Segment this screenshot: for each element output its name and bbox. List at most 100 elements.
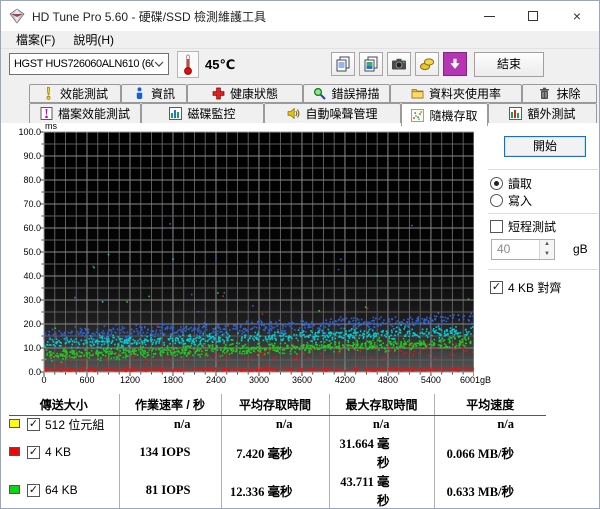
ops-value: 81 IOPS <box>118 471 222 508</box>
y-tick-label: 90.0 <box>23 151 41 161</box>
maximize-button[interactable] <box>511 1 555 31</box>
test-size-stepper[interactable]: 40 ▲ ▼ <box>491 239 555 260</box>
y-tick-label: 70.0 <box>23 199 41 209</box>
header-avg-access: 平均存取時間 <box>220 394 330 416</box>
x-tick-label: 4200 <box>334 375 355 385</box>
info-icon <box>136 87 143 100</box>
y-tick-label: 60.0 <box>23 223 41 233</box>
test-size-value: 40 <box>497 242 511 256</box>
screenshot-button[interactable] <box>387 52 411 76</box>
panel-separator <box>488 269 598 270</box>
copy-image-icon <box>364 56 378 72</box>
tab-health[interactable]: 健康狀態 <box>187 84 303 103</box>
copy-image-button[interactable] <box>359 52 383 76</box>
series-checkbox[interactable]: ✓ <box>27 445 40 459</box>
menu-help[interactable]: 說明(H) <box>64 31 123 49</box>
tab-info[interactable]: 資訊 <box>121 84 187 103</box>
tab-label: 健康狀態 <box>229 87 278 101</box>
tab-acoustic-management[interactable]: 自動噪聲管理 <box>264 103 401 124</box>
max-access-value: 31.664 毫秒 <box>328 433 435 471</box>
series-checkbox[interactable]: ✓ <box>27 483 40 497</box>
tab-label: 抹除 <box>556 87 581 101</box>
read-radio-row[interactable]: 讀取 <box>490 175 532 192</box>
drive-select[interactable]: HGST HUS726060ALN610 (6001 gB) <box>9 53 169 75</box>
disk-monitor-icon <box>169 107 183 120</box>
align-label: 4 KB 對齊 <box>508 281 562 295</box>
x-tick-label: 2400 <box>205 375 226 385</box>
tab-benchmark[interactable]: 效能測試 <box>29 84 121 103</box>
read-radio[interactable] <box>490 177 503 190</box>
temperature-button[interactable] <box>177 51 199 78</box>
menu-bar: 檔案(F) 說明(H) <box>1 31 599 49</box>
y-tick-label: 80.0 <box>23 175 41 185</box>
max-access-value: n/a <box>328 415 435 433</box>
ops-value: n/a <box>118 415 222 433</box>
align-checkbox[interactable]: ✓ <box>490 281 503 294</box>
title-bar: HD Tune Pro 5.60 - 硬碟/SSD 檢測維護工具 × <box>1 1 599 31</box>
menu-file[interactable]: 檔案(F) <box>7 31 64 49</box>
app-icon <box>9 8 25 24</box>
stepper-arrows[interactable]: ▲ ▼ <box>539 240 554 259</box>
panel-separator <box>488 213 598 214</box>
trash-icon <box>540 87 550 99</box>
align-row[interactable]: ✓ 4 KB 對齊 <box>490 279 561 296</box>
window-title: HD Tune Pro 5.60 - 硬碟/SSD 檢測維護工具 <box>32 9 267 24</box>
write-radio-row[interactable]: 寫入 <box>490 192 532 209</box>
tab-label: 資料夾使用率 <box>428 87 501 101</box>
max-access-value: 43.711 毫秒 <box>328 471 435 508</box>
tabs-row-2: 檔案效能測試 磁碟監控 自動噪聲管理 隨機存取 額外測試 <box>29 103 599 126</box>
folder-icon <box>411 89 424 99</box>
short-test-row[interactable]: 短程測試 <box>490 218 556 235</box>
copy-text-button[interactable] <box>331 52 355 76</box>
tab-folder-usage[interactable]: 資料夾使用率 <box>390 84 522 103</box>
header-max-access: 最大存取時間 <box>328 394 435 416</box>
y-tick-label: 40.0 <box>23 271 41 281</box>
chevron-down-icon <box>154 61 164 67</box>
panel-separator <box>488 169 598 170</box>
stepper-up-icon[interactable]: ▲ <box>540 240 554 250</box>
save-results-button[interactable] <box>443 52 467 76</box>
tab-label: 額外測試 <box>527 107 576 121</box>
x-tick-label: 5400 <box>420 375 441 385</box>
header-transfer-size: 傳送大小 <box>9 394 120 416</box>
start-button[interactable]: 開始 <box>504 136 586 157</box>
tab-erase[interactable]: 抹除 <box>522 84 597 103</box>
close-button[interactable]: × <box>555 1 599 31</box>
header-avg-speed: 平均速度 <box>433 394 547 416</box>
y-tick-label: 20.0 <box>23 319 41 329</box>
coins-button[interactable] <box>415 52 439 76</box>
table-row: ✓ 512 位元組 n/a n/a n/a n/a <box>9 415 547 433</box>
random-access-panel: ms 100.0 90.0 80.0 70.0 60.0 50.0 40.0 30.0 20.0… <box>1 121 599 508</box>
header-ops: 作業速率 / 秒 <box>118 394 222 416</box>
tab-error-scan[interactable]: 錯誤掃描 <box>303 84 390 103</box>
stepper-down-icon[interactable]: ▼ <box>540 250 554 260</box>
exclamation-icon <box>46 87 51 100</box>
x-tick-label: 6001gB <box>460 375 492 385</box>
tab-disk-monitor[interactable]: 磁碟監控 <box>141 103 264 124</box>
table-row: ✓ 64 KB 81 IOPS 12.336 毫秒 43.711 毫秒 0.633 MB/… <box>9 471 547 508</box>
tab-label: 錯誤掃描 <box>331 87 380 101</box>
exit-button[interactable]: 結束 <box>474 52 544 77</box>
series-label: 512 位元組 <box>45 417 105 432</box>
tab-extra-tests[interactable]: 額外測試 <box>488 103 597 124</box>
results-table: 傳送大小 作業速率 / 秒 平均存取時間 最大存取時間 平均速度 ✓ 512 位元… <box>9 394 547 508</box>
write-radio[interactable] <box>490 194 503 207</box>
short-test-checkbox[interactable] <box>490 220 503 233</box>
series-checkbox[interactable]: ✓ <box>27 417 40 431</box>
window-chrome: 檔案(F) 說明(H) HGST HUS726060ALN610 (6001 g… <box>1 31 599 126</box>
tab-random-access[interactable]: 隨機存取 <box>401 103 488 126</box>
x-tick-label: 3000 <box>248 375 269 385</box>
file-benchmark-icon <box>40 107 53 120</box>
series-color-swatch <box>9 447 20 456</box>
random-access-icon <box>411 108 425 122</box>
tab-label: 效能測試 <box>59 87 108 101</box>
speaker-icon <box>288 107 300 120</box>
avg-access-value: n/a <box>220 415 330 433</box>
avg-speed-value: 0.633 MB/秒 <box>433 471 547 508</box>
test-size-unit: gB <box>573 242 588 256</box>
health-cross-icon <box>212 87 225 100</box>
minimize-button[interactable] <box>467 1 511 31</box>
thermometer-icon <box>184 54 192 75</box>
y-tick-label: 50.0 <box>23 247 41 257</box>
short-test-label: 短程測試 <box>508 220 557 234</box>
